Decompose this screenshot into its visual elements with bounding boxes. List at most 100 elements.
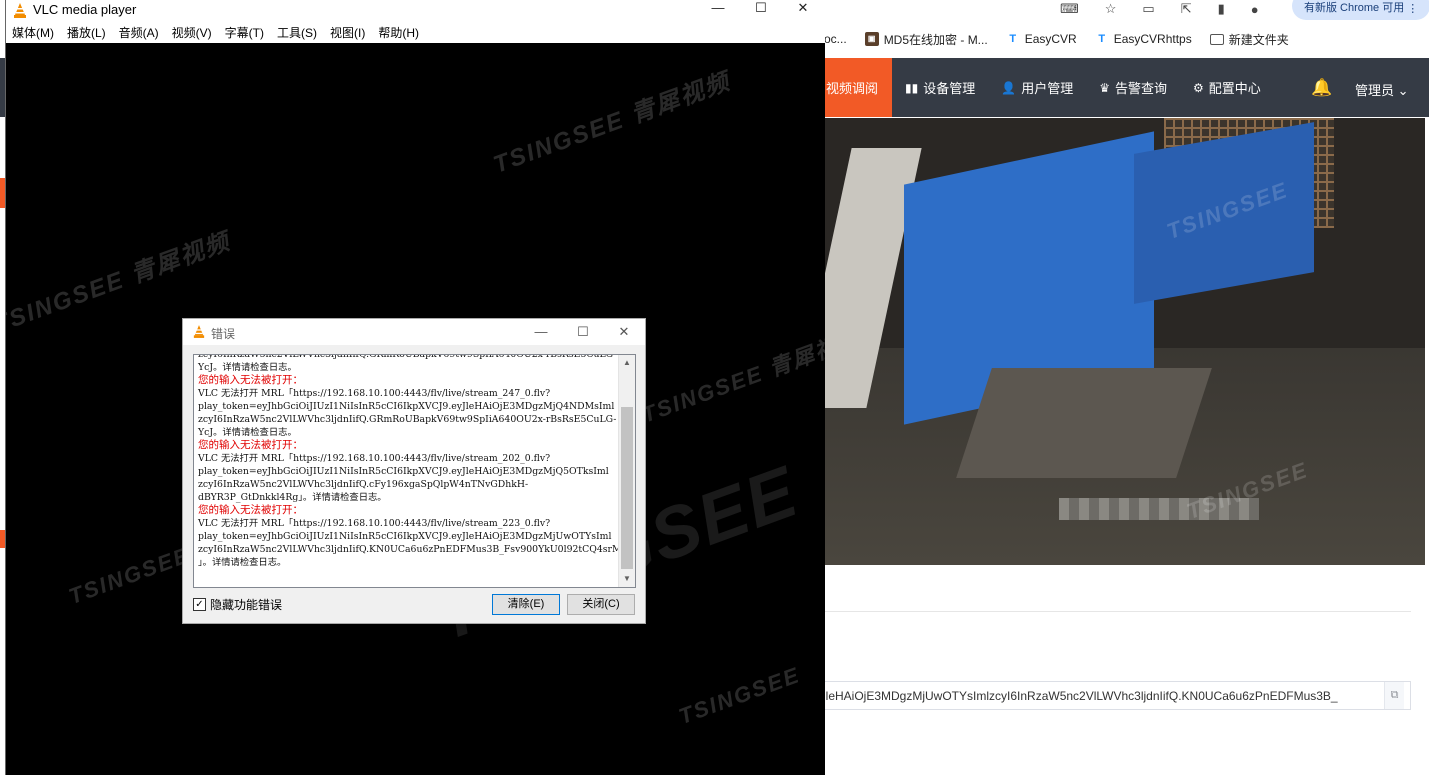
log-line: zcyI6InRzaW5nc2VlLWVhc3ljdnIifQ.cFy196xg… — [198, 479, 529, 490]
share-icon[interactable]: ⇱ — [1181, 1, 1192, 17]
folder-icon — [1209, 33, 1224, 45]
camera-video-frame: TSINGSEE TSINGSEE — [824, 118, 1425, 565]
error-log-content: zcyI6InRzaW5nc2VlLWVhc3ljdnIifQ.GRmRoUBa… — [198, 355, 634, 569]
watermark: TSINGSEE — [65, 542, 194, 610]
dialog-titlebar[interactable]: 错误 — ☐ ✕ — [183, 319, 645, 345]
nav-item-video[interactable]: 视频调阅 — [824, 58, 893, 117]
nav-item-config[interactable]: ⚙ 配置中心 — [1180, 58, 1274, 117]
scroll-down-arrow-icon[interactable]: ▼ — [619, 571, 635, 587]
log-line: dBYR3P_GtDnkkl4Rg」。详情请检查日志。 — [198, 492, 387, 503]
log-line: zcyI6InRzaW5nc2VlLWVhc3ljdnIifQ.GRmRoUBa… — [198, 414, 617, 425]
bookmark-item[interactable]: T EasyCVRhttps — [1095, 32, 1192, 46]
bell-icon[interactable]: 🔔 — [1311, 78, 1332, 98]
vlc-menubar: 媒体(M) 播放(L) 音频(A) 视频(V) 字幕(T) 工具(S) 视图(I… — [6, 22, 825, 43]
translate-icon[interactable]: ⌨ — [1060, 1, 1079, 17]
menu-tools[interactable]: 工具(S) — [277, 24, 317, 41]
log-error-heading: 您的输入无法被打开： — [198, 374, 303, 386]
bookmark-label: 新建文件夹 — [1228, 32, 1289, 47]
checkbox-check-icon[interactable]: ✓ — [193, 598, 206, 611]
menu-audio[interactable]: 音频(A) — [119, 24, 159, 41]
t-icon: T — [1098, 33, 1106, 45]
nav-menu: 视频调阅 ▮▮ 设备管理 👤 用户管理 ♛ 告警查询 ⚙ 配置中心 — [824, 58, 1274, 117]
log-line: 」。详情请检查日志。 — [198, 557, 287, 568]
scrollbar[interactable]: ▲ ▼ — [618, 355, 635, 587]
nav-item-alarms[interactable]: ♛ 告警查询 — [1086, 58, 1180, 117]
sidebar-icon[interactable]: ▮ — [1218, 1, 1225, 17]
nav-label: 视频调阅 — [826, 81, 879, 96]
log-line: play_token=eyJhbGciOiJIUzI1NiIsInR5cCI6I… — [198, 466, 609, 477]
stream-url-field[interactable]: lleHAiOjE3MDgzMjUwOTYsImlzcyI6InRzaW5nc2… — [818, 681, 1411, 710]
desktop: ⌨ ☆ ▭ ⇱ ▮ ● 有新版 Chrome 可用 ⋮ oc... ▣ MD5在… — [0, 0, 1429, 775]
log-error-heading: 您的输入无法被打开： — [198, 504, 303, 516]
close-dialog-button[interactable]: 关闭(C) — [567, 594, 635, 615]
error-dialog: 错误 — ☐ ✕ zcyI6InRzaW5nc2VlLWVhc3ljdnIifQ… — [182, 318, 646, 624]
admin-menu[interactable]: 管理员 ⌄ — [1355, 80, 1409, 99]
alarm-icon: ♛ — [1099, 80, 1110, 95]
md5-icon: ▣ — [864, 32, 879, 46]
log-line: YcJ。详情请检查日志。 — [198, 362, 297, 373]
log-error-heading: 您的输入无法被打开： — [198, 439, 303, 451]
user-icon: 👤 — [1001, 80, 1017, 95]
bookmark-label: EasyCVRhttps — [1113, 32, 1192, 46]
copy-icon[interactable]: ⧉ — [1384, 682, 1404, 709]
dialog-minimize-button[interactable]: — — [521, 322, 561, 342]
watermark: TSINGSEE — [675, 662, 804, 730]
vlc-cone-icon — [14, 3, 26, 18]
dialog-title: 错误 — [211, 327, 236, 341]
clear-button[interactable]: 清除(E) — [492, 594, 560, 615]
chrome-update-button[interactable]: 有新版 Chrome 可用 ⋮ — [1292, 0, 1429, 20]
log-line: VLC 无法打开 MRL「https://192.168.10.100:4443… — [198, 518, 551, 529]
bookmark-item[interactable]: 新建文件夹 — [1209, 31, 1289, 48]
stream-url-text: lleHAiOjE3MDgzMjUwOTYsImlzcyI6InRzaW5nc2… — [823, 688, 1338, 703]
window-title: VLC media player — [33, 2, 137, 17]
bookmark-item[interactable]: T EasyCVR — [1006, 32, 1077, 46]
dialog-maximize-button[interactable]: ☐ — [563, 322, 603, 342]
scrollbar-thumb[interactable] — [621, 407, 633, 569]
bookmarks-bar: oc... ▣ MD5在线加密 - M... T EasyCVR T EasyC… — [824, 28, 1307, 50]
profile-icon[interactable]: ● — [1251, 2, 1259, 17]
browser-toolbar-icons: ⌨ ☆ ▭ ⇱ ▮ ● — [1060, 0, 1259, 18]
menu-playback[interactable]: 播放(L) — [67, 24, 106, 41]
hide-errors-checkbox[interactable]: ✓ 隐藏功能错误 — [193, 596, 282, 613]
nav-item-devices[interactable]: ▮▮ 设备管理 — [892, 58, 988, 117]
scroll-up-arrow-icon[interactable]: ▲ — [619, 355, 635, 371]
bookmark-item[interactable]: oc... — [824, 32, 847, 46]
log-line: VLC 无法打开 MRL「https://192.168.10.100:4443… — [198, 388, 551, 399]
dialog-close-button[interactable]: ✕ — [604, 322, 644, 342]
nav-item-users[interactable]: 👤 用户管理 — [988, 58, 1086, 117]
error-log[interactable]: zcyI6InRzaW5nc2VlLWVhc3ljdnIifQ.GRmRoUBa… — [193, 354, 636, 588]
divider — [824, 611, 1411, 612]
vlc-cone-icon — [193, 325, 205, 338]
log-line: VLC 无法打开 MRL「https://192.168.10.100:4443… — [198, 453, 551, 464]
log-line: zcyI6InRzaW5nc2VlLWVhc3ljdnIifQ.KN0UCa6u… — [198, 544, 634, 555]
watermark: TSINGSEE 青犀视频 — [489, 67, 735, 179]
menu-video[interactable]: 视频(V) — [172, 24, 212, 41]
bookmark-label: EasyCVR — [1024, 32, 1077, 46]
checkbox-label: 隐藏功能错误 — [210, 598, 283, 612]
update-label: 有新版 Chrome 可用 — [1304, 2, 1405, 14]
bookmark-label: oc... — [824, 32, 847, 46]
maximize-button[interactable]: ☐ — [739, 0, 783, 16]
log-line: play_token=eyJhbGciOiJIUzI1NiIsInR5cCI6I… — [198, 401, 615, 412]
extension-icon[interactable]: ▭ — [1142, 1, 1154, 17]
menu-view[interactable]: 视图(I) — [330, 24, 365, 41]
nav-label: 告警查询 — [1114, 81, 1167, 96]
menu-help[interactable]: 帮助(H) — [378, 24, 419, 41]
log-line: YcJ。详情请检查日志。 — [198, 427, 297, 438]
bookmark-item[interactable]: ▣ MD5在线加密 - M... — [864, 31, 988, 48]
vlc-titlebar[interactable]: VLC media player — ☐ ✕ — [6, 0, 825, 22]
video-plate — [956, 368, 1212, 478]
bookmark-label: MD5在线加密 - M... — [883, 32, 988, 47]
close-button[interactable]: ✕ — [781, 0, 825, 16]
nav-label: 用户管理 — [1021, 81, 1074, 96]
minimize-button[interactable]: — — [696, 0, 740, 16]
menu-subtitle[interactable]: 字幕(T) — [225, 24, 264, 41]
watermark: TSINGSEE 青犀视 — [638, 333, 825, 428]
device-icon: ▮▮ — [905, 80, 919, 95]
nav-label: 配置中心 — [1208, 81, 1261, 96]
bookmark-star-icon[interactable]: ☆ — [1105, 1, 1117, 17]
menu-media[interactable]: 媒体(M) — [12, 24, 54, 41]
gear-icon: ⚙ — [1193, 80, 1204, 95]
t-icon: T — [1009, 33, 1017, 45]
log-line: play_token=eyJhbGciOiJIUzI1NiIsInR5cCI6I… — [198, 531, 612, 542]
